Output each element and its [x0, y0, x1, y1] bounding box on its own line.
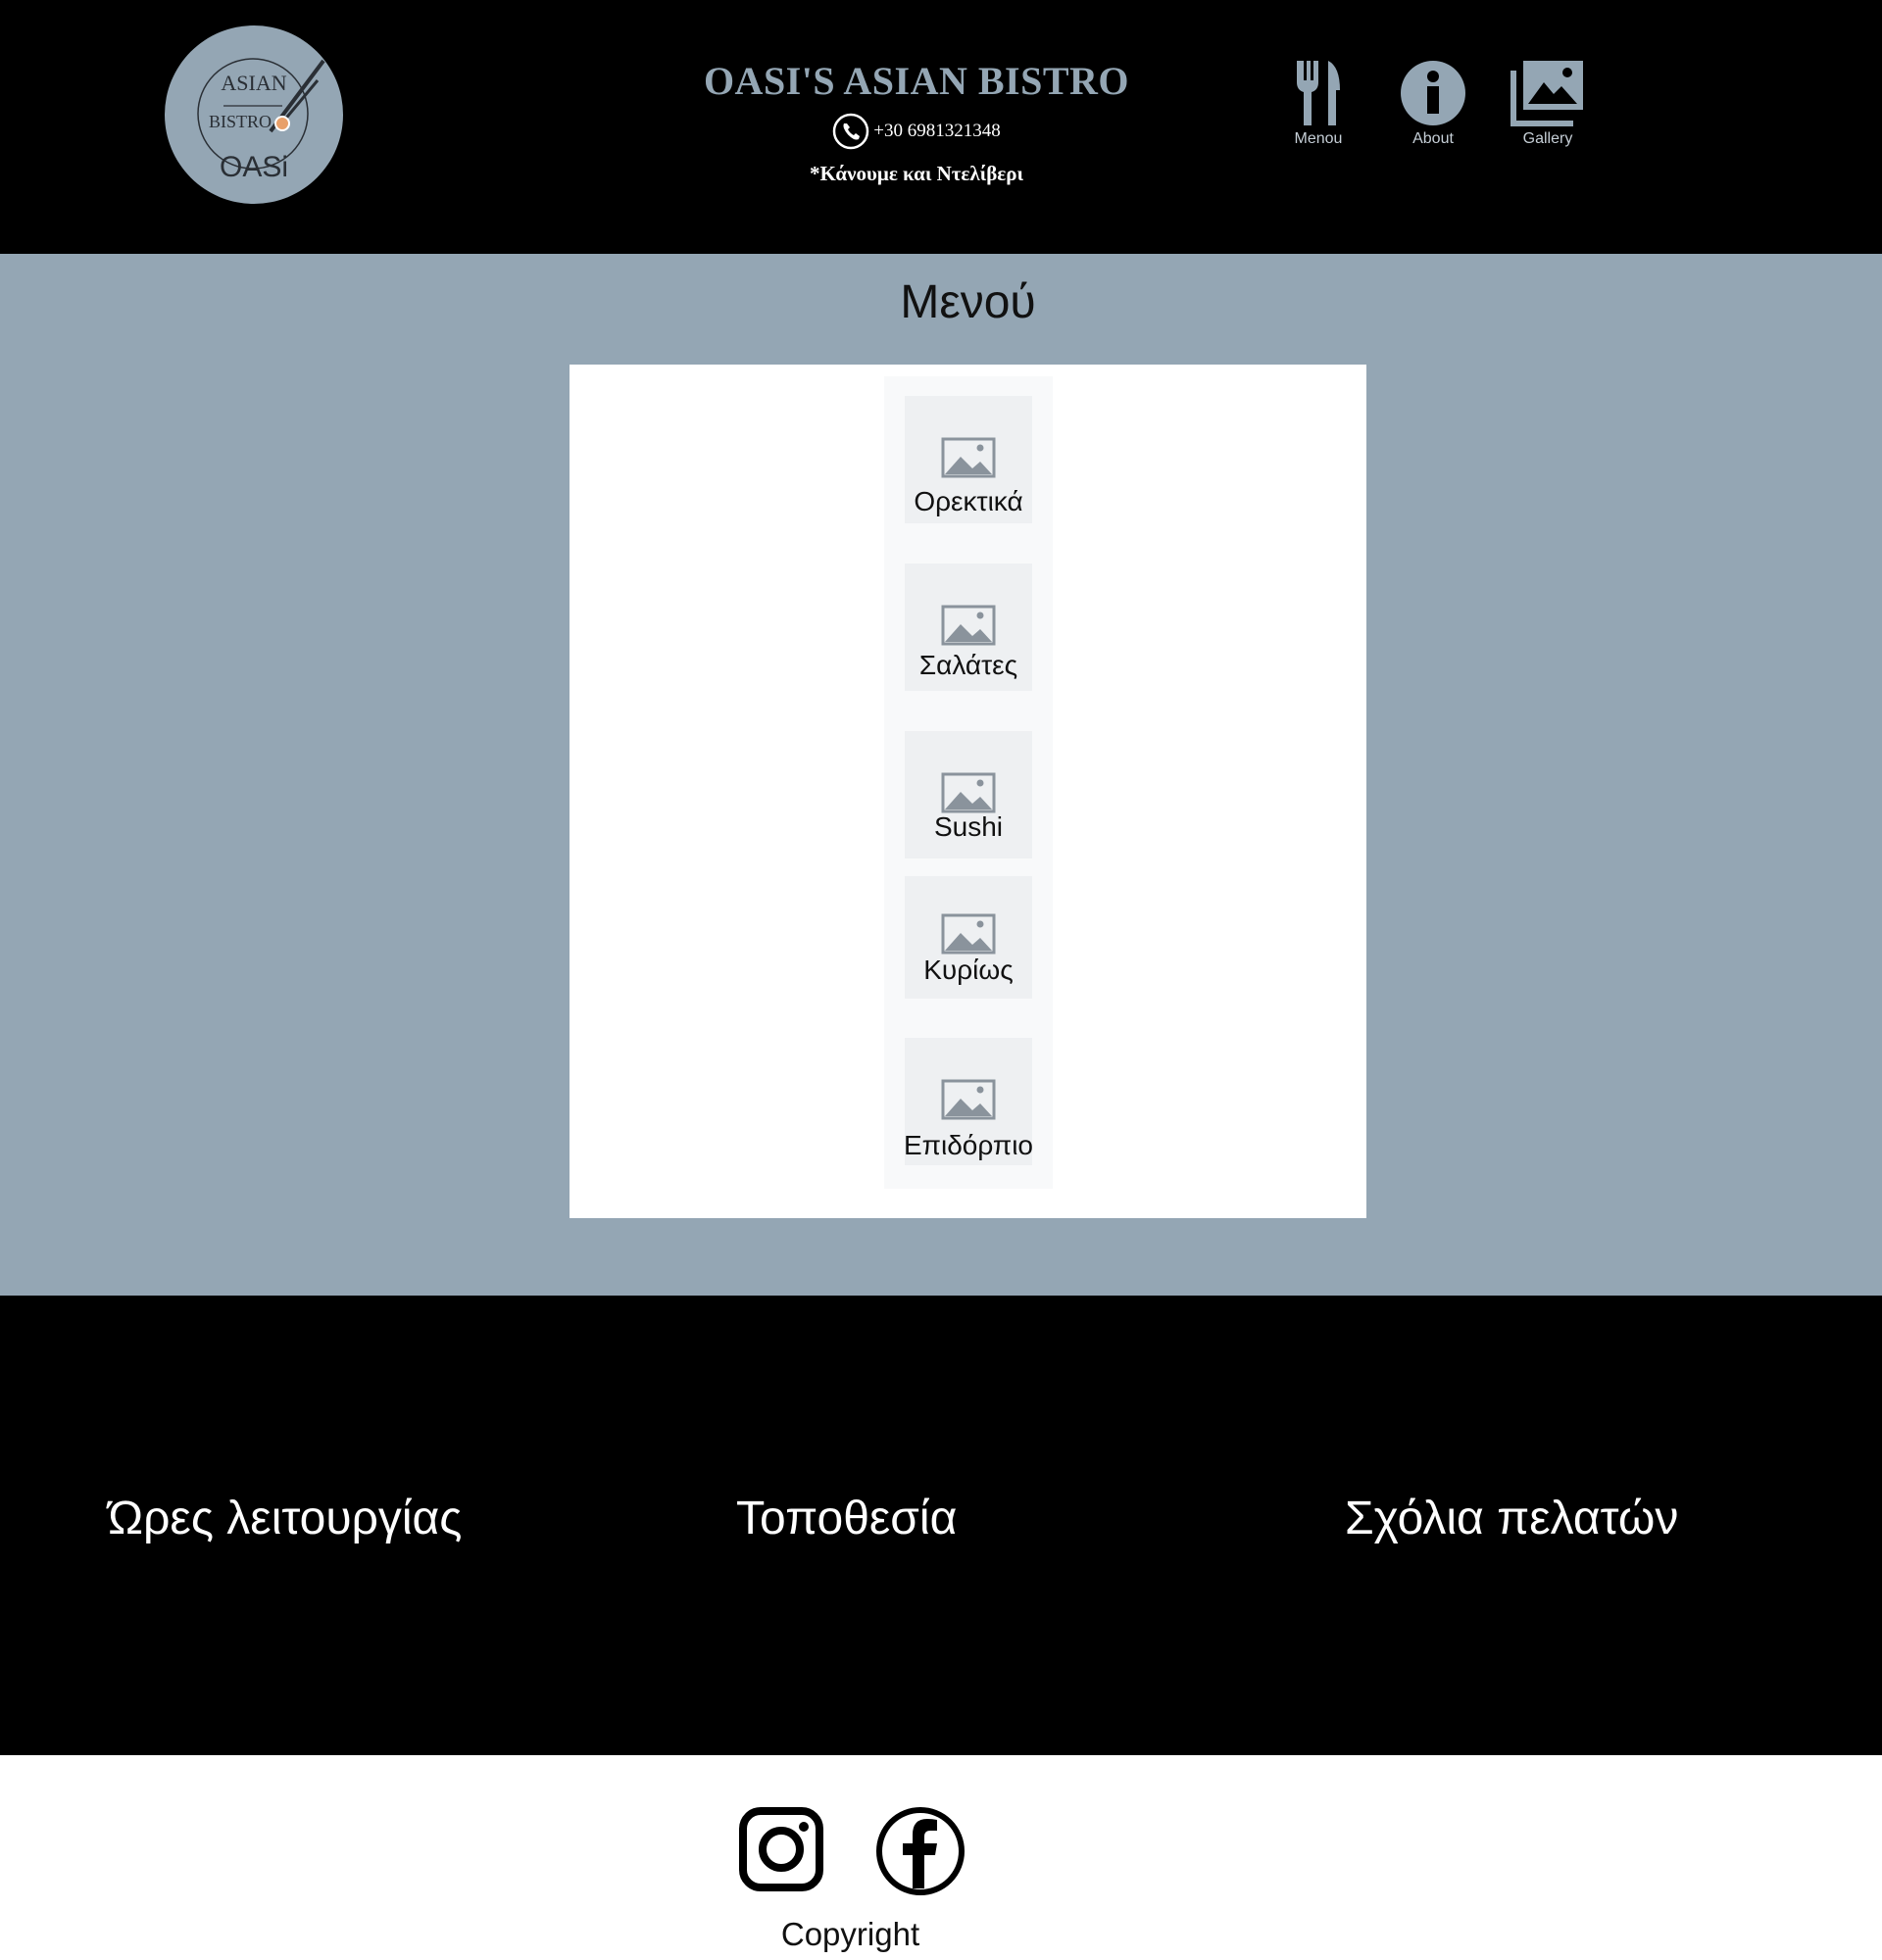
category-card-sushi[interactable]: Sushi [905, 731, 1032, 858]
facebook-icon [876, 1807, 965, 1895]
delivery-note: *Κάνουμε και Ντελίβερι [809, 162, 1024, 185]
category-list: Ορεκτικά Σαλάτες Sushi Κυρίως Επιδόρπιο [884, 376, 1053, 1189]
category-card-orektika[interactable]: Ορεκτικά [905, 396, 1032, 523]
main-nav: Menou About Gallery [1264, 59, 1598, 157]
instagram-icon [739, 1807, 823, 1891]
nav-label-menou: Menou [1294, 130, 1343, 147]
site-header: ASIAN BISTRO OASi OASI'S ASIAN BISTRO +3… [0, 0, 1882, 254]
oasi-logo[interactable]: ASIAN BISTRO OASi [165, 25, 343, 204]
category-card-kyrios[interactable]: Κυρίως [905, 876, 1032, 999]
logo-line-2: BISTRO [208, 112, 272, 131]
copyright-text: Copyright [780, 1916, 920, 1952]
page-title: Μενού [900, 276, 1036, 328]
phone-icon [833, 113, 869, 150]
phone-contact[interactable]: +30 6981321348 [608, 112, 1225, 151]
menu-panel: Ορεκτικά Σαλάτες Sushi Κυρίως Επιδόρπιο [570, 365, 1366, 1218]
category-card-epidorpio[interactable]: Επιδόρπιο [904, 1038, 1033, 1165]
phone-number: +30 6981321348 [873, 121, 1001, 141]
fork-knife-icon [1297, 61, 1340, 125]
category-label: Ορεκτικά [914, 486, 1023, 516]
category-card-salates[interactable]: Σαλάτες [905, 564, 1032, 691]
social-bar: Copyright [0, 1755, 1882, 1960]
menu-section: Μενού Ορεκτικά Σαλάτες Sushi Κυρίως Επιδ… [0, 254, 1882, 1296]
image-placeholder-icon [941, 605, 996, 646]
image-placeholder-icon [941, 1079, 996, 1120]
category-label: Κυρίως [923, 955, 1014, 985]
nav-label-gallery: Gallery [1522, 130, 1573, 147]
brand-block: OASI'S ASIAN BISTRO +30 6981321348 *Κάνο… [608, 57, 1225, 186]
category-label: Sushi [933, 811, 1004, 842]
image-placeholder-icon [941, 913, 996, 955]
gallery-icon [1511, 61, 1583, 126]
brand-title: OASI'S ASIAN BISTRO [703, 59, 1130, 103]
hours-heading: Ώρες λειτουργίας [108, 1493, 463, 1544]
info-icon [1401, 61, 1465, 125]
nav-item-gallery[interactable]: Gallery [1494, 59, 1602, 157]
nav-item-menou[interactable]: Menou [1264, 59, 1372, 157]
logo-line-3: OASi [219, 151, 289, 183]
image-placeholder-icon [941, 772, 996, 813]
location-heading: Τοποθεσία [736, 1493, 958, 1544]
category-label: Επιδόρπιο [903, 1130, 1033, 1160]
image-placeholder-icon [941, 437, 996, 478]
nav-label-about: About [1412, 130, 1454, 147]
site-footer: Ώρες λειτουργίας Τοποθεσία Σχόλια πελατώ… [0, 1296, 1882, 1755]
instagram-link[interactable] [738, 1806, 824, 1897]
category-label: Σαλάτες [918, 650, 1018, 680]
logo-line-1: ASIAN [221, 71, 287, 95]
nav-item-about[interactable]: About [1379, 59, 1487, 157]
facebook-link[interactable] [875, 1806, 966, 1901]
reviews-heading: Σχόλια πελατών [1345, 1493, 1679, 1544]
